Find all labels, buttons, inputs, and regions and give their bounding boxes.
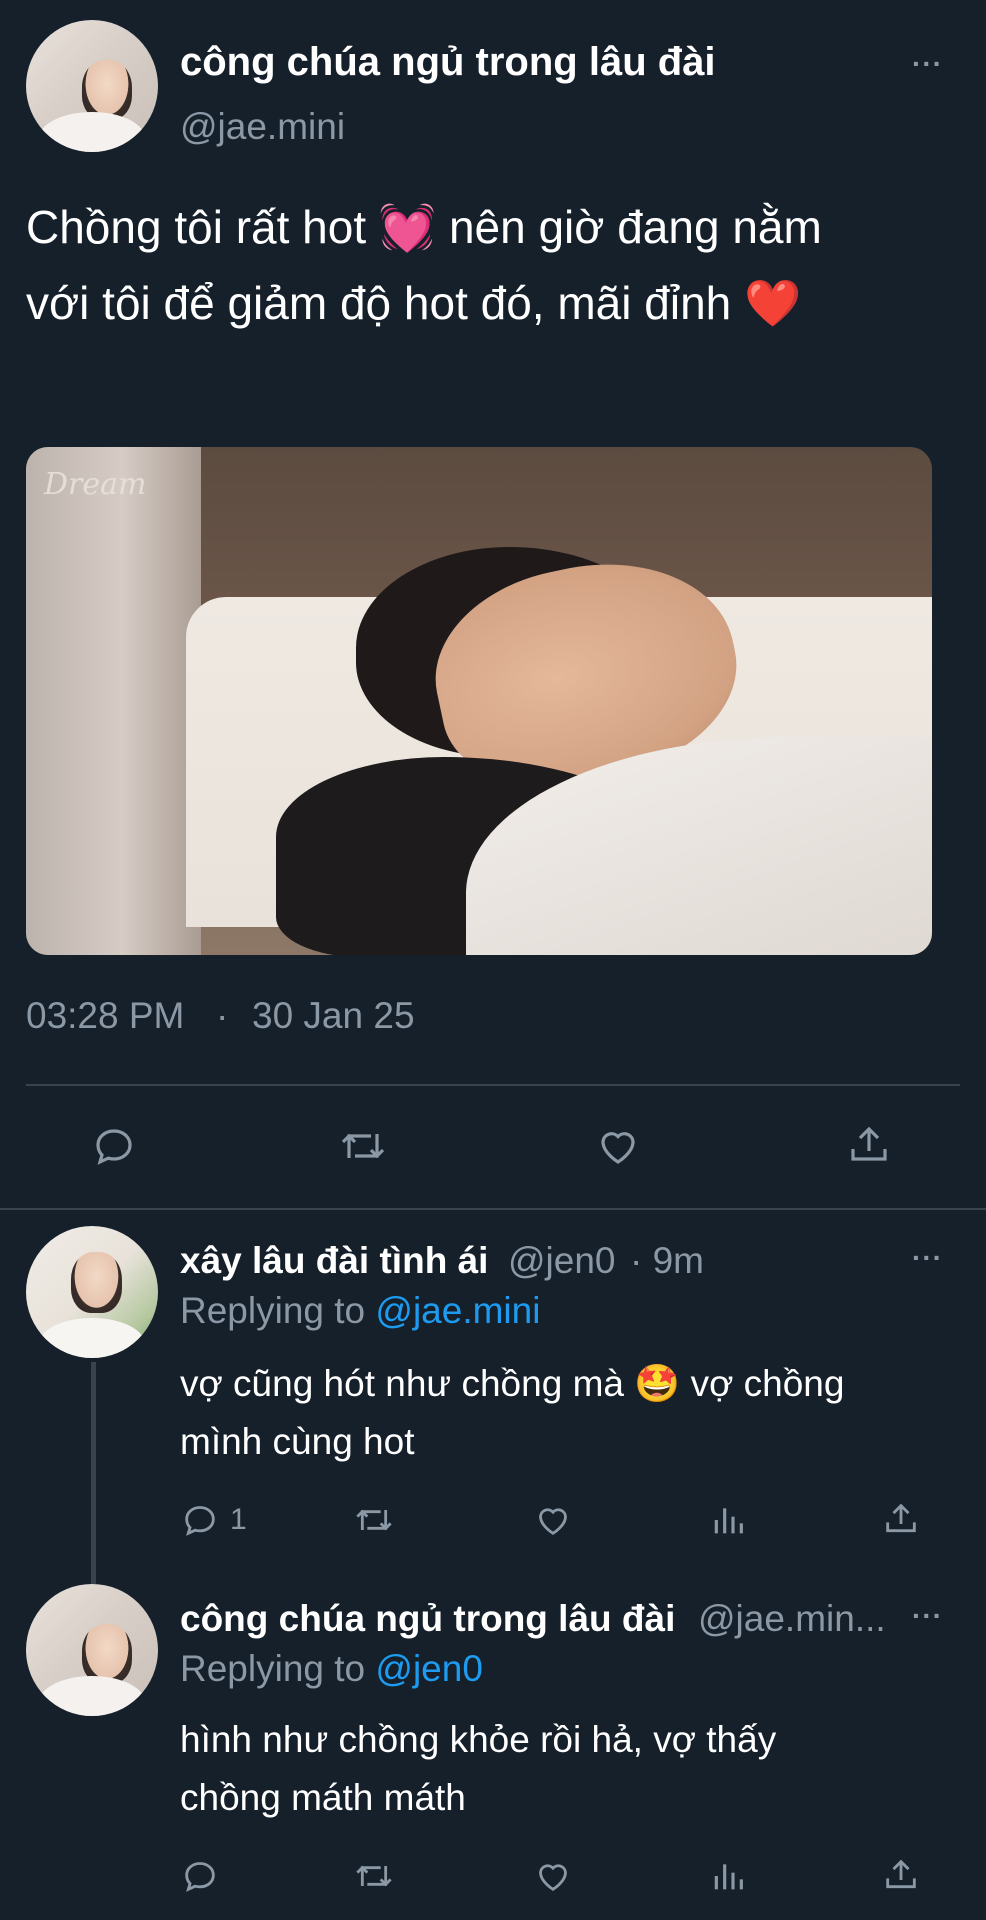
heart-icon[interactable] (593, 1122, 643, 1170)
reply-text-line-2: chồng máth máth (180, 1777, 466, 1818)
author-display-name[interactable]: công chúa ngủ trong lâu đài (180, 40, 716, 85)
retweet-icon[interactable] (352, 1856, 396, 1896)
tweet-media-image[interactable]: Dream (26, 447, 932, 955)
replying-to-handle[interactable]: @jen0 (375, 1648, 483, 1689)
tweet-text-line-1: Chồng tôi rất hot 💓 nên giờ đang nằm (26, 201, 822, 253)
tweet-date[interactable]: 30 Jan 25 (252, 995, 415, 1037)
thread-line (91, 1362, 96, 1584)
reply-handle[interactable]: @jen0 (508, 1240, 616, 1282)
reply-icon[interactable] (180, 1500, 220, 1540)
author-handle[interactable]: @jae.mini (180, 106, 345, 148)
replying-to-prefix: Replying to (180, 1290, 366, 1331)
reply-avatar[interactable] (26, 1584, 158, 1716)
heart-icon[interactable] (532, 1500, 574, 1540)
tweet-text-line-2: với tôi để giảm độ hot đó, mãi đỉnh ❤️ (26, 277, 802, 329)
reply-text-line-2: mình cùng hot (180, 1421, 415, 1462)
more-options-icon[interactable]: ··· (912, 48, 943, 80)
share-icon[interactable] (881, 1498, 921, 1540)
replying-to-handle[interactable]: @jae.mini (375, 1290, 540, 1331)
retweet-icon[interactable] (337, 1122, 389, 1170)
replying-to-prefix: Replying to (180, 1648, 366, 1689)
reply-display-name[interactable]: xây lâu đài tình ái (180, 1240, 488, 1282)
author-avatar[interactable] (26, 20, 158, 152)
more-options-icon[interactable]: ··· (912, 1600, 943, 1632)
divider (0, 1208, 986, 1210)
tweet-meta-separator: · (216, 995, 229, 1036)
analytics-icon[interactable] (708, 1500, 748, 1540)
reply-icon[interactable] (90, 1122, 138, 1170)
reply-avatar[interactable] (26, 1226, 158, 1358)
heart-icon[interactable] (532, 1856, 574, 1896)
tweet-time[interactable]: 03:28 PM (26, 995, 184, 1037)
divider (26, 1084, 960, 1086)
share-icon[interactable] (881, 1854, 921, 1896)
replying-to: Replying to @jen0 (180, 1648, 483, 1690)
reply-handle[interactable]: @jae.min... (698, 1598, 886, 1640)
retweet-icon[interactable] (352, 1500, 396, 1540)
replying-to: Replying to @jae.mini (180, 1290, 540, 1332)
share-icon[interactable] (845, 1120, 893, 1170)
reply-text-line-1: hình như chồng khỏe rồi hả, vợ thấy (180, 1719, 777, 1760)
media-watermark: Dream (44, 467, 147, 502)
reply-icon[interactable] (180, 1856, 220, 1896)
reply-count: 1 (230, 1503, 247, 1536)
reply-display-name[interactable]: công chúa ngủ trong lâu đài (180, 1598, 675, 1640)
more-options-icon[interactable]: ··· (912, 1242, 943, 1274)
reply-text-line-1: vợ cũng hót như chồng mà 🤩 vợ chồng (180, 1363, 845, 1404)
reply-time[interactable]: · 9m (630, 1240, 704, 1282)
analytics-icon[interactable] (708, 1856, 748, 1896)
